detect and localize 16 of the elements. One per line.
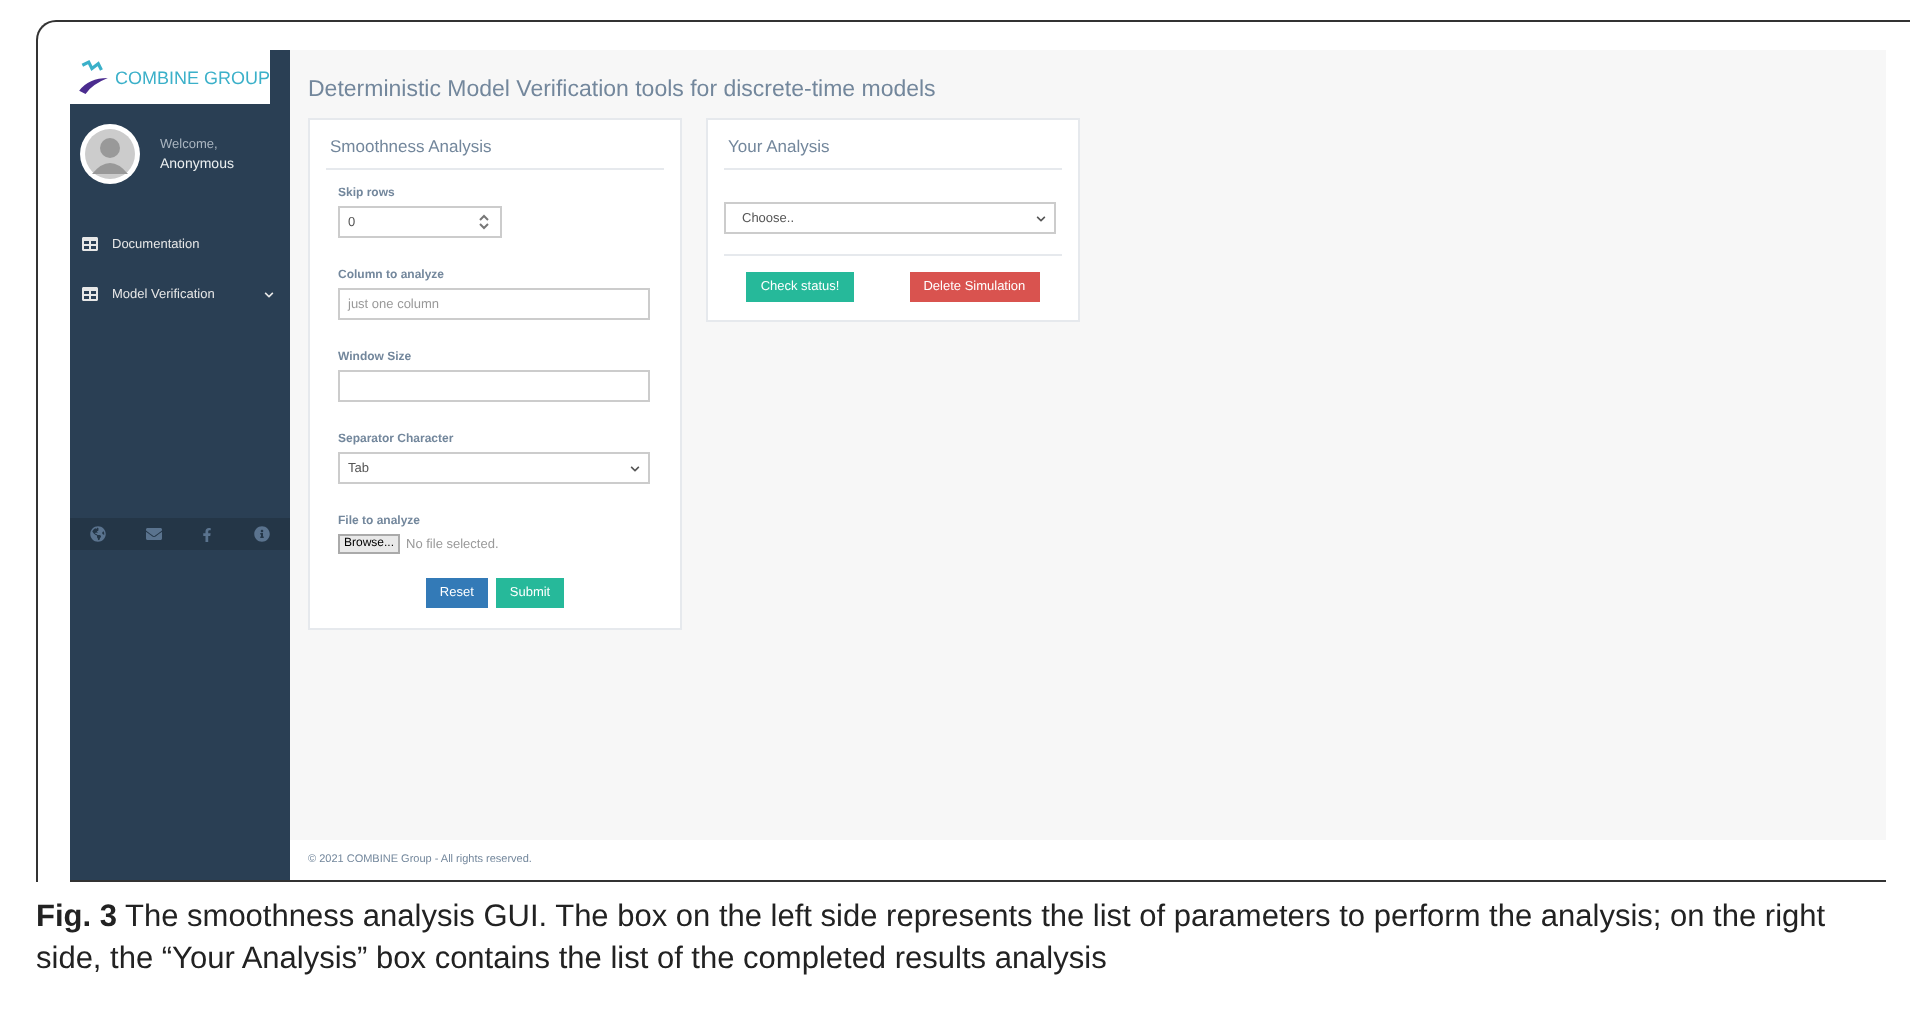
mail-icon[interactable]: [145, 526, 162, 542]
avatar: [80, 124, 140, 184]
figure-caption: Fig. 3 The smoothness analysis GUI. The box on the left side represents the list of parameters to perform the analysis; on the right side, the “Your Analysis” box contains the list of the completed results analysis: [36, 898, 1828, 980]
globe-icon[interactable]: [89, 526, 106, 542]
info-icon[interactable]: [254, 526, 271, 542]
text-field[interactable]: [338, 370, 650, 402]
panel-title: Smoothness Analysis: [326, 132, 664, 170]
facebook-icon[interactable]: [200, 527, 215, 541]
chevron-icon: [630, 463, 640, 473]
spinner-icon[interactable]: [476, 212, 492, 232]
chevron-icon: [1036, 213, 1046, 223]
table-icon: [82, 236, 98, 252]
table-icon: [82, 286, 98, 302]
logo: COMBINE GROUP: [70, 50, 270, 104]
panel-title: Your Analysis: [724, 132, 1062, 170]
page-title: Deterministic Model Verification tools for discrete-time models: [306, 76, 938, 106]
